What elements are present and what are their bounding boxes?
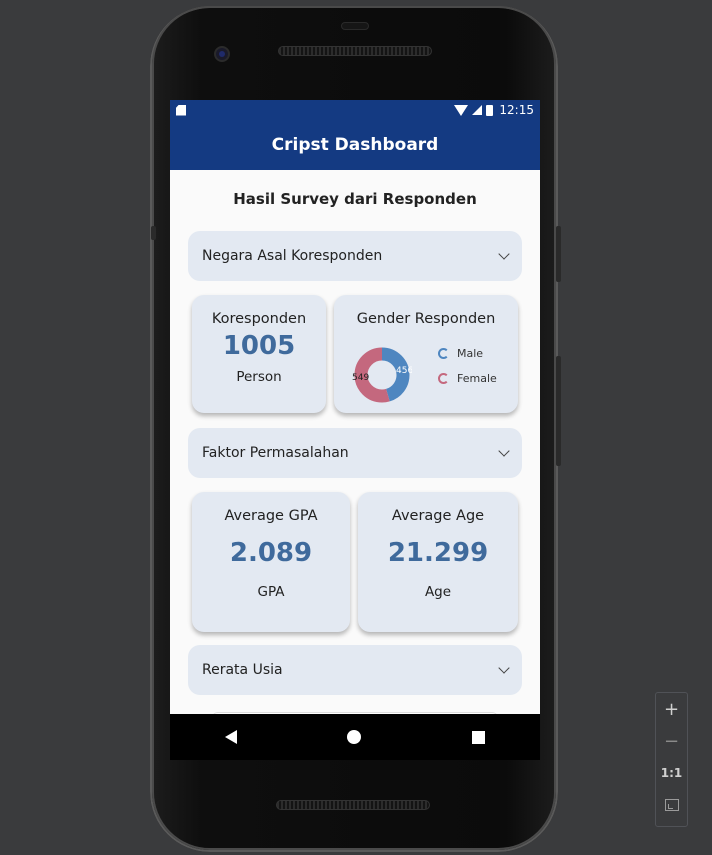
- sd-card-icon: [176, 104, 186, 116]
- status-time: 12:15: [499, 103, 534, 117]
- volume-button[interactable]: [556, 226, 561, 282]
- gender-card: Gender Responden 456 549 Male Female: [334, 295, 518, 413]
- legend-item-female: Female: [438, 372, 497, 385]
- bottom-speaker: [276, 800, 430, 810]
- female-legend-icon: [438, 373, 449, 384]
- gender-legend: Male Female: [438, 347, 497, 385]
- zoom-controls: + − 1:1: [655, 692, 688, 827]
- dropdown-faktor-permasalahan[interactable]: Faktor Permasalahan: [188, 428, 522, 478]
- fit-screen-button[interactable]: [656, 789, 687, 821]
- zoom-out-button[interactable]: −: [656, 725, 687, 757]
- android-nav-bar: [170, 714, 540, 760]
- respondents-card: Koresponden 1005 Person: [192, 295, 326, 413]
- app-bar: Cripst Dashboard: [170, 120, 540, 170]
- power-button[interactable]: [556, 356, 561, 466]
- cell-signal-icon: [472, 105, 483, 115]
- chevron-down-icon: [498, 445, 510, 457]
- male-legend-icon: [438, 348, 449, 359]
- earpiece-speaker: [278, 46, 432, 56]
- donut-label-female: 549: [352, 373, 369, 383]
- legend-label-female: Female: [457, 372, 497, 385]
- home-icon[interactable]: [347, 730, 362, 744]
- card-title: Average GPA: [224, 508, 318, 524]
- front-camera: [214, 46, 230, 62]
- donut-label-male: 456: [396, 366, 412, 376]
- dropdown-rerata-usia[interactable]: Rerata Usia: [188, 645, 522, 695]
- fit-screen-icon: [664, 799, 679, 811]
- app-screen: 12:15 Cripst Dashboard Hasil Survey dari…: [170, 100, 540, 714]
- average-age-value: 21.299: [387, 538, 489, 568]
- gender-donut-chart: 456 549: [352, 347, 412, 403]
- app-title: Cripst Dashboard: [271, 135, 439, 155]
- actual-size-button[interactable]: 1:1: [656, 757, 687, 789]
- status-bar: 12:15: [170, 100, 540, 120]
- card-unit: Person: [236, 369, 282, 385]
- card-unit: GPA: [257, 584, 285, 600]
- respondents-count: 1005: [222, 331, 296, 361]
- chevron-down-icon: [498, 248, 510, 260]
- wifi-icon: [454, 104, 469, 116]
- side-key: [151, 226, 156, 240]
- zoom-in-button[interactable]: +: [656, 693, 687, 725]
- dropdown-negara-asal[interactable]: Negara Asal Koresponden: [188, 231, 522, 281]
- chevron-down-icon: [498, 662, 510, 674]
- card-title: Koresponden: [211, 311, 307, 327]
- average-gpa-value: 2.089: [229, 538, 313, 568]
- page-heading: Hasil Survey dari Responden: [233, 190, 477, 208]
- legend-label-male: Male: [457, 347, 484, 360]
- legend-item-male: Male: [438, 347, 497, 360]
- dropdown-label: Negara Asal Koresponden: [202, 248, 383, 264]
- back-icon[interactable]: [225, 730, 238, 744]
- card-title: Gender Responden: [356, 311, 496, 327]
- battery-icon: [486, 104, 494, 116]
- average-gpa-card: Average GPA 2.089 GPA: [192, 492, 350, 632]
- proximity-sensor: [341, 22, 369, 30]
- average-age-card: Average Age 21.299 Age: [358, 492, 518, 632]
- dropdown-label: Faktor Permasalahan: [202, 445, 349, 461]
- dropdown-label: Rerata Usia: [202, 662, 283, 678]
- card-unit: Age: [424, 584, 452, 600]
- card-title: Average Age: [391, 508, 485, 524]
- recents-icon[interactable]: [471, 730, 485, 744]
